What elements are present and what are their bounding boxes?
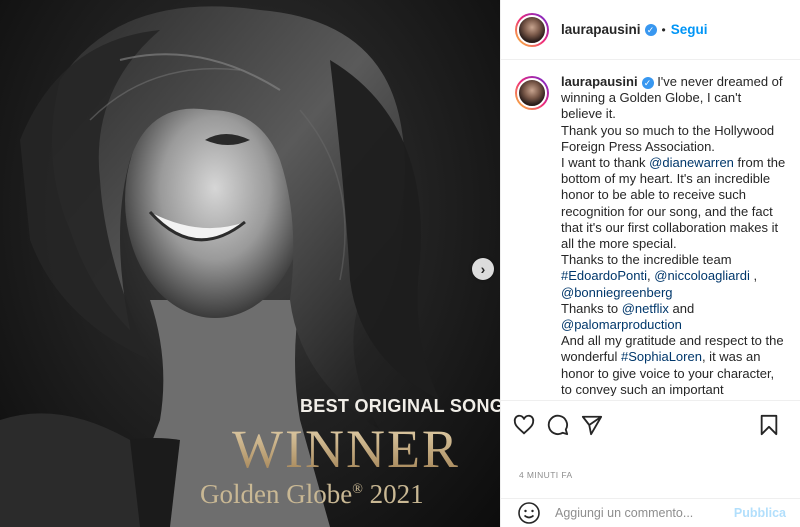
chevron-right-icon: › [480,261,486,277]
award-year: 2021 [369,479,424,509]
mention-link[interactable]: @dianewarren [649,155,734,170]
publish-button[interactable]: Pubblica [734,506,786,520]
bookmark-icon [760,414,778,435]
emoji-icon[interactable] [517,501,541,525]
share-icon [581,415,603,435]
mention-link[interactable]: @bonniegreenberg [561,285,673,300]
avatar[interactable] [515,12,549,47]
follow-button[interactable]: Segui [671,22,708,37]
action-bar [501,400,800,448]
registered-mark: ® [352,482,363,497]
hashtag-link[interactable]: #SophiaLoren [621,349,702,364]
mention-link[interactable]: @netflix [622,301,669,316]
caption-line: Thank you so much to the Hollywood Forei… [561,122,775,154]
caption-line: I want to thank [561,155,650,171]
comment-button[interactable] [545,412,571,438]
verified-icon: ✓ [641,77,654,89]
award-winner-text: WINNER [232,418,492,480]
caption-line: Thanks to [561,300,622,316]
comments-area[interactable]: laurapausini ✓ I've never dreamed of winn… [501,60,800,396]
heart-icon [513,414,535,434]
header-username[interactable]: laurapausini [561,22,641,37]
comment-input[interactable]: Aggiungi un commento... [555,506,734,520]
post-header: laurapausini ✓ • Segui [501,0,800,60]
caption-username[interactable]: laurapausini [561,74,638,89]
caption-line: Thanks to the incredible team [561,252,732,268]
post-timestamp[interactable]: 4 MINUTI FA [519,470,573,480]
next-image-button[interactable]: › [472,258,494,280]
save-button[interactable] [756,412,782,438]
caption-avatar[interactable] [515,76,549,110]
award-name: Golden Globe [200,479,353,509]
mention-link[interactable]: @niccoloagliardi [654,268,750,283]
share-button[interactable] [579,412,605,438]
comment-icon [547,414,569,435]
hashtag-link[interactable]: #EdoardoPonti [561,268,647,283]
post-photo[interactable]: BEST ORIGINAL SONG WINNER Golden Globe® … [0,0,500,527]
caption-line: , [749,268,758,284]
like-button[interactable] [511,412,537,438]
caption-line: and [668,300,695,316]
separator-dot: • [661,22,666,37]
award-name-text: Golden Globe® 2021 [200,479,500,510]
add-comment-bar: Aggiungi un commento... Pubblica [501,498,800,527]
post-sidebar: laurapausini ✓ • Segui laurapausini ✓ I'v… [500,0,800,527]
verified-icon: ✓ [644,23,657,36]
caption-comment: laurapausini ✓ I've never dreamed of winn… [515,74,786,396]
award-category-text: BEST ORIGINAL SONG [300,396,500,416]
mention-link[interactable]: @palomarproduction [561,317,682,332]
caption-text: laurapausini ✓ I've never dreamed of winn… [561,74,786,396]
